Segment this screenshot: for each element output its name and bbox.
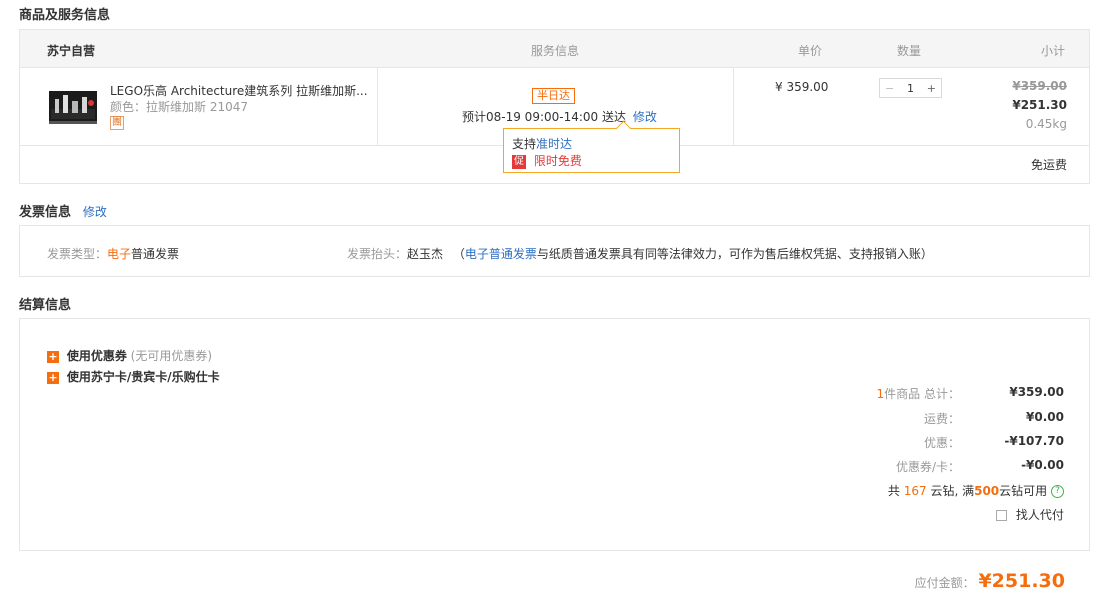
invoice-type: 发票类型：电子普通发票 bbox=[47, 245, 179, 262]
qty-value[interactable]: 1 bbox=[907, 82, 914, 95]
product-thumbnail[interactable] bbox=[47, 85, 99, 129]
delivery-eta: 预计08-19 09:00-14:00 送达 修改 bbox=[462, 108, 657, 125]
col-divider bbox=[733, 68, 734, 146]
discount-label: 优惠： bbox=[923, 436, 960, 450]
delivery-popup: 支持准时达 促 限时免费 bbox=[503, 128, 680, 173]
proxy-pay-label[interactable]: 找人代付 bbox=[1016, 508, 1064, 522]
unit-price: ¥ 359.00 bbox=[775, 80, 829, 94]
e-invoice-link[interactable]: 电子普通发票 bbox=[465, 247, 537, 261]
payable-value: ¥251.30 bbox=[978, 570, 1065, 592]
delivery-tag: 半日达 bbox=[532, 88, 575, 104]
settlement-box: + 使用优惠券 (无可用优惠券) + 使用苏宁卡/贵宾卡/乐购仕卡 1件商品 总… bbox=[19, 318, 1090, 551]
total-label-text: 件商品 总计： bbox=[884, 387, 960, 401]
discount-price: ¥251.30 bbox=[1012, 98, 1067, 112]
original-price: ¥359.00 bbox=[1012, 79, 1067, 93]
expand-plus-icon[interactable]: + bbox=[47, 372, 59, 384]
use-coupon-row[interactable]: + 使用优惠券 (无可用优惠券) bbox=[47, 347, 212, 364]
invoice-section-title: 发票信息 bbox=[19, 205, 72, 220]
invoice-note-open: （ bbox=[452, 247, 465, 261]
yunzuan-count: 167 bbox=[903, 484, 927, 498]
proxy-pay-checkbox[interactable] bbox=[996, 510, 1007, 521]
invoice-type-label: 发票类型： bbox=[47, 247, 108, 261]
yunzuan-threshold: 500 bbox=[974, 484, 1000, 498]
help-icon[interactable]: ? bbox=[1051, 485, 1064, 498]
shipping-free: 免运费 bbox=[1030, 158, 1067, 172]
popup-promo-line: 促 限时免费 bbox=[512, 152, 582, 169]
use-card-label[interactable]: 使用苏宁卡/贵宾卡/乐购仕卡 bbox=[67, 370, 220, 384]
on-time-link[interactable]: 准时达 bbox=[536, 137, 572, 151]
quantity-stepper: − 1 + bbox=[879, 78, 942, 98]
yunzuan-mid: 云钻, 满 bbox=[926, 484, 975, 498]
product-weight: 0.45kg bbox=[1025, 117, 1067, 131]
product-name[interactable]: LEGO乐高 Architecture建筑系列 拉斯维加斯... bbox=[110, 82, 370, 99]
freight-value: ¥0.00 bbox=[1026, 410, 1064, 424]
use-card-row[interactable]: + 使用苏宁卡/贵宾卡/乐购仕卡 bbox=[47, 368, 220, 385]
popup-support-prefix: 支持 bbox=[512, 137, 537, 151]
promo-icon: 促 bbox=[512, 154, 526, 169]
delivery-eta-text: 预计08-19 09:00-14:00 送达 bbox=[462, 110, 626, 124]
invoice-head: 发票抬头：赵玉杰 （电子普通发票与纸质普通发票具有同等法律效力，可作为售后维权凭… bbox=[347, 245, 933, 262]
invoice-note-rest: 与纸质普通发票具有同等法律效力，可作为售后维权凭据、支持报销入账） bbox=[536, 247, 933, 261]
expand-plus-icon[interactable]: + bbox=[47, 351, 59, 363]
qty-plus-button[interactable]: + bbox=[927, 82, 936, 95]
invoice-box: 发票类型：电子普通发票 发票抬头：赵玉杰 （电子普通发票与纸质普通发票具有同等法… bbox=[19, 225, 1090, 277]
product-color: 颜色：拉斯维加斯 21047 bbox=[110, 100, 248, 114]
invoice-head-value: 赵玉杰 bbox=[407, 247, 444, 261]
settlement-section-title: 结算信息 bbox=[19, 298, 72, 313]
qty-minus-button[interactable]: − bbox=[885, 82, 894, 95]
yunzuan-prefix: 共 bbox=[887, 484, 904, 498]
coupon-card-label: 优惠券/卡： bbox=[895, 460, 960, 474]
product-section-title: 商品及服务信息 bbox=[19, 8, 111, 23]
freight-label: 运费： bbox=[923, 412, 960, 426]
use-coupon-label[interactable]: 使用优惠券 bbox=[67, 349, 127, 363]
invoice-edit-link[interactable]: 修改 bbox=[83, 205, 107, 219]
yunzuan-row: 共 167 云钻, 满500云钻可用 ? bbox=[824, 482, 1064, 499]
delivery-edit-link[interactable]: 修改 bbox=[633, 110, 657, 124]
popup-support-line: 支持准时达 bbox=[512, 135, 572, 152]
coupon-note: (无可用优惠券) bbox=[130, 349, 213, 363]
promo-text: 限时免费 bbox=[533, 154, 582, 168]
total-value: ¥359.00 bbox=[1009, 385, 1064, 399]
product-table-header: 苏宁自营 服务信息 单价 数量 小计 bbox=[20, 30, 1089, 68]
header-subtotal: 小计 bbox=[1041, 44, 1066, 58]
header-service: 服务信息 bbox=[531, 44, 580, 58]
header-unit-price: 单价 bbox=[798, 44, 823, 58]
invoice-head-label: 发票抬头： bbox=[347, 247, 408, 261]
discount-value: -¥107.70 bbox=[1004, 434, 1064, 448]
group-buy-badge: 團 bbox=[110, 116, 124, 130]
header-quantity: 数量 bbox=[897, 44, 922, 58]
coupon-card-value: -¥0.00 bbox=[1021, 458, 1064, 472]
payable-label: 应付金额： bbox=[914, 576, 975, 590]
yunzuan-suffix: 云钻可用 bbox=[999, 484, 1048, 498]
col-divider bbox=[377, 68, 378, 146]
payable-row: 应付金额： ¥251.30 bbox=[830, 570, 1065, 592]
total-label: 1件商品 总计： bbox=[824, 385, 960, 402]
seller-name[interactable]: 苏宁自营 bbox=[47, 42, 95, 59]
invoice-type-highlight: 电子 bbox=[107, 247, 132, 261]
invoice-type-value: 普通发票 bbox=[131, 247, 180, 261]
proxy-pay-row[interactable]: 找人代付 bbox=[996, 506, 1064, 523]
invoice-title-row: 发票信息 修改 bbox=[19, 201, 107, 220]
